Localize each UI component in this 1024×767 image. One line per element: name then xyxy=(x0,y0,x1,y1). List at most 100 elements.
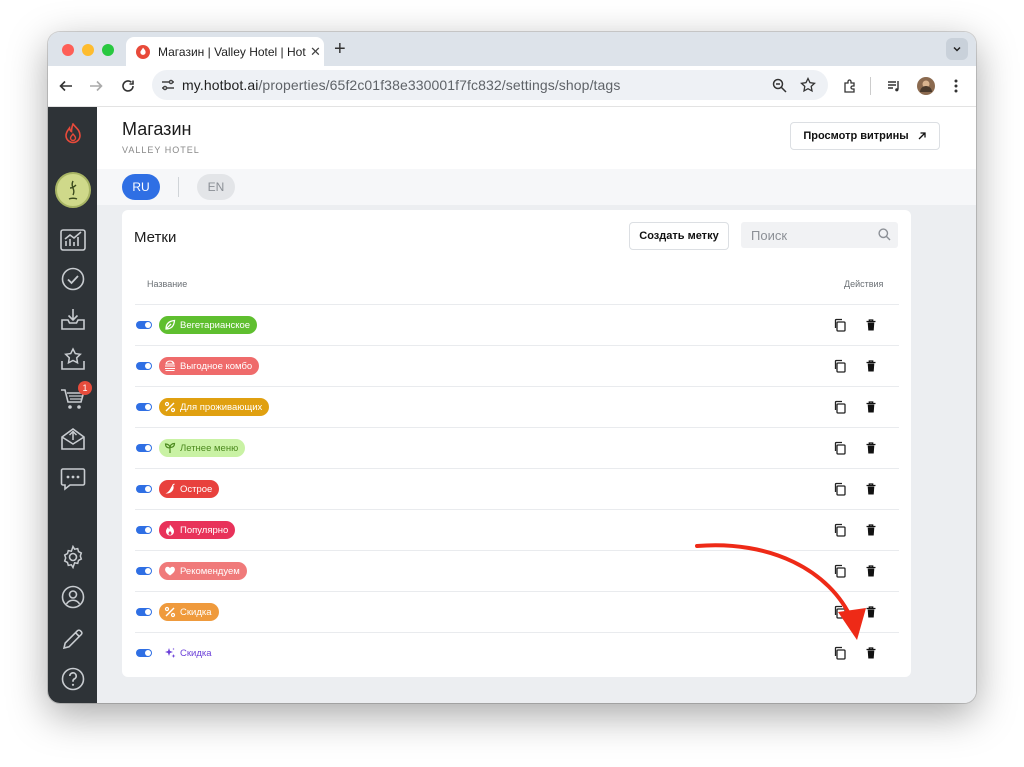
analytics-icon[interactable] xyxy=(60,226,86,252)
tab-search-button[interactable] xyxy=(946,38,968,60)
tag-visibility-toggle[interactable] xyxy=(136,362,152,370)
tag-visibility-toggle[interactable] xyxy=(136,526,152,534)
lang-tab-en[interactable]: EN xyxy=(197,174,235,200)
tag-chip: Рекомендуем xyxy=(159,562,247,580)
tag-row: Рекомендуем xyxy=(135,550,899,591)
zoom-window-button[interactable] xyxy=(102,44,114,56)
property-avatar[interactable] xyxy=(55,172,91,208)
copy-icon[interactable] xyxy=(833,400,847,414)
leaf-icon xyxy=(164,319,176,331)
delete-trash-icon[interactable] xyxy=(864,564,878,578)
tag-label: Популярно xyxy=(180,524,229,536)
forward-icon[interactable] xyxy=(86,76,106,96)
copy-icon[interactable] xyxy=(833,482,847,496)
settings-gear-icon[interactable] xyxy=(60,544,86,570)
mailings-icon[interactable] xyxy=(60,426,86,452)
copy-icon[interactable] xyxy=(833,523,847,537)
lang-divider xyxy=(178,177,179,197)
browser-toolbar: my.hotbot.ai/properties/65f2c01f38e33000… xyxy=(48,66,976,107)
external-arrow-icon xyxy=(918,132,926,140)
tag-visibility-toggle[interactable] xyxy=(136,321,152,329)
tab-close-icon[interactable]: ✕ xyxy=(310,44,321,60)
tag-row: Вегетарианское xyxy=(135,304,899,345)
media-control-icon[interactable] xyxy=(884,76,904,96)
copy-icon[interactable] xyxy=(833,359,847,373)
chat-icon[interactable] xyxy=(60,466,86,492)
delete-trash-icon[interactable] xyxy=(864,482,878,496)
help-icon[interactable] xyxy=(60,666,86,692)
profile-avatar-icon[interactable] xyxy=(916,76,936,96)
delete-trash-icon[interactable] xyxy=(864,400,878,414)
browser-window: Магазин | Valley Hotel | Hotbot ✕ + my.h… xyxy=(48,32,976,703)
tag-row: Летнее меню xyxy=(135,427,899,468)
tag-label: Для проживающих xyxy=(180,401,263,413)
browser-tab[interactable]: Магазин | Valley Hotel | Hotbot ✕ xyxy=(126,37,324,66)
delete-trash-icon[interactable] xyxy=(864,646,878,660)
reload-icon[interactable] xyxy=(118,76,138,96)
tag-visibility-toggle[interactable] xyxy=(136,485,152,493)
delete-trash-icon[interactable] xyxy=(864,441,878,455)
tag-visibility-toggle[interactable] xyxy=(136,567,152,575)
copy-icon[interactable] xyxy=(833,318,847,332)
tag-chip: Скидка xyxy=(159,603,219,621)
copy-icon[interactable] xyxy=(833,646,847,660)
copy-icon[interactable] xyxy=(833,441,847,455)
tag-label: Скидка xyxy=(180,606,212,618)
minimize-window-button[interactable] xyxy=(82,44,94,56)
fire-icon xyxy=(164,524,176,536)
copy-icon[interactable] xyxy=(833,564,847,578)
extensions-icon[interactable] xyxy=(840,76,860,96)
tag-visibility-toggle[interactable] xyxy=(136,649,152,657)
create-tag-button[interactable]: Создать метку xyxy=(629,222,729,250)
close-window-button[interactable] xyxy=(62,44,74,56)
address-bar[interactable]: my.hotbot.ai/properties/65f2c01f38e33000… xyxy=(152,70,828,100)
zoom-icon[interactable] xyxy=(772,78,787,93)
tag-chip: Острое xyxy=(159,480,220,498)
reviews-star-icon[interactable] xyxy=(60,346,86,372)
flame-logo-icon[interactable] xyxy=(60,121,86,147)
inbox-download-icon[interactable] xyxy=(60,306,86,332)
page-header: Магазин VALLEY HOTEL Просмотр витрины xyxy=(97,107,976,170)
search-icon[interactable] xyxy=(878,228,891,241)
chili-icon xyxy=(164,483,176,495)
tags-list: Вегетарианское Выгодное комбо Для проживаю… xyxy=(135,304,899,673)
delete-trash-icon[interactable] xyxy=(864,523,878,537)
edit-pencil-icon[interactable] xyxy=(60,626,86,652)
tag-label: Летнее меню xyxy=(180,442,239,454)
site-settings-icon[interactable] xyxy=(161,78,175,92)
tag-visibility-toggle[interactable] xyxy=(136,444,152,452)
tag-visibility-toggle[interactable] xyxy=(136,403,152,411)
delete-trash-icon[interactable] xyxy=(864,318,878,332)
tag-row: Острое xyxy=(135,468,899,509)
heart-icon xyxy=(164,565,176,577)
view-storefront-label: Просмотр витрины xyxy=(803,130,909,142)
column-header-actions: Действия xyxy=(844,279,884,289)
profile-icon[interactable] xyxy=(60,584,86,610)
tag-chip: Популярно xyxy=(159,521,236,539)
burger-combo-icon xyxy=(164,360,176,372)
back-icon[interactable] xyxy=(56,76,76,96)
view-storefront-button[interactable]: Просмотр витрины xyxy=(790,122,940,150)
delete-trash-icon[interactable] xyxy=(864,359,878,373)
new-tab-icon[interactable]: + xyxy=(334,38,346,60)
tag-row: Скидка xyxy=(135,591,899,632)
tag-visibility-toggle[interactable] xyxy=(136,608,152,616)
app-content: 1 Магазин VALLEY HOTEL Просмотр витрины … xyxy=(48,107,976,703)
language-switcher: RU EN xyxy=(97,169,976,205)
delete-trash-icon[interactable] xyxy=(864,605,878,619)
tab-strip: Магазин | Valley Hotel | Hotbot ✕ + xyxy=(48,32,976,66)
menu-kebab-icon[interactable] xyxy=(946,76,966,96)
tasks-check-icon[interactable] xyxy=(60,266,86,292)
search-box xyxy=(741,222,898,248)
tag-chip: Выгодное комбо xyxy=(159,357,260,375)
lang-tab-ru[interactable]: RU xyxy=(122,174,160,200)
percent-icon xyxy=(164,401,176,413)
tab-title: Магазин | Valley Hotel | Hotbot xyxy=(158,44,306,59)
search-input[interactable] xyxy=(749,226,873,244)
url-text: my.hotbot.ai/properties/65f2c01f38e33000… xyxy=(182,77,620,93)
copy-icon[interactable] xyxy=(833,605,847,619)
column-header-name: Название xyxy=(147,279,188,289)
tag-chip: Вегетарианское xyxy=(159,316,258,334)
tag-label: Рекомендуем xyxy=(180,565,240,577)
bookmark-star-icon[interactable] xyxy=(800,77,816,93)
